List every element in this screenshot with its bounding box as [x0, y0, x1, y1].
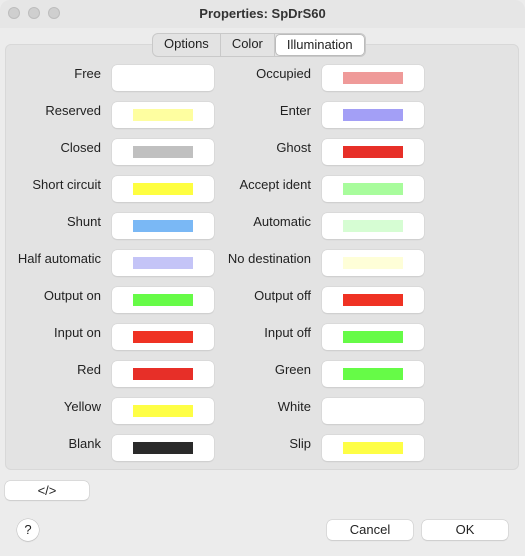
color-swatch-output-on — [133, 294, 193, 306]
right-label-no-destination: No destination — [227, 251, 311, 266]
color-swatch-accept-ident — [343, 183, 403, 195]
color-button-shunt[interactable] — [112, 213, 214, 239]
color-button-input-off[interactable] — [322, 324, 424, 350]
color-swatch-green — [343, 368, 403, 380]
tab-bar: Options Color Illumination — [152, 33, 366, 57]
right-label-green: Green — [274, 362, 311, 377]
color-button-output-off[interactable] — [322, 287, 424, 313]
left-label-blank: Blank — [68, 436, 101, 451]
right-label-accept-ident: Accept ident — [239, 177, 311, 192]
color-swatch-input-on — [133, 331, 193, 343]
color-button-free[interactable] — [112, 65, 214, 91]
left-label-red: Red — [77, 362, 101, 377]
cancel-button[interactable]: Cancel — [327, 520, 413, 540]
titlebar: Properties: SpDrS60 — [0, 0, 525, 28]
color-button-green[interactable] — [322, 361, 424, 387]
window-title: Properties: SpDrS60 — [199, 6, 326, 21]
color-swatch-output-off — [343, 294, 403, 306]
color-button-white[interactable] — [322, 398, 424, 424]
color-swatch-automatic — [343, 220, 403, 232]
right-label-output-off: Output off — [254, 288, 311, 303]
color-swatch-slip — [343, 442, 403, 454]
color-button-yellow[interactable] — [112, 398, 214, 424]
color-swatch-enter — [343, 109, 403, 121]
tab-options[interactable]: Options — [153, 34, 221, 56]
color-swatch-red — [133, 368, 193, 380]
properties-window: Properties: SpDrS60 Options Color Illumi… — [0, 0, 525, 556]
color-button-no-destination[interactable] — [322, 250, 424, 276]
ok-button[interactable]: OK — [422, 520, 508, 540]
left-label-input-on: Input on — [54, 325, 101, 340]
right-label-slip: Slip — [289, 436, 311, 451]
color-swatch-blank — [133, 442, 193, 454]
color-swatch-reserved — [133, 109, 193, 121]
right-label-occupied: Occupied — [256, 66, 311, 81]
color-swatch-white — [343, 405, 403, 417]
color-button-closed[interactable] — [112, 139, 214, 165]
color-button-red[interactable] — [112, 361, 214, 387]
color-button-ghost[interactable] — [322, 139, 424, 165]
left-label-yellow: Yellow — [63, 399, 101, 414]
color-button-input-on[interactable] — [112, 324, 214, 350]
color-button-reserved[interactable] — [112, 102, 214, 128]
color-swatch-free — [133, 72, 193, 84]
color-button-output-on[interactable] — [112, 287, 214, 313]
color-button-accept-ident[interactable] — [322, 176, 424, 202]
color-button-slip[interactable] — [322, 435, 424, 461]
color-swatch-no-destination — [343, 257, 403, 269]
left-label-half-automatic: Half automatic — [17, 251, 101, 266]
right-label-white: White — [277, 399, 311, 414]
color-swatch-ghost — [343, 146, 403, 158]
color-swatch-input-off — [343, 331, 403, 343]
right-label-ghost: Ghost — [276, 140, 311, 155]
left-label-short-circuit: Short circuit — [32, 177, 101, 192]
color-button-blank[interactable] — [112, 435, 214, 461]
left-label-free: Free — [74, 66, 101, 81]
help-button[interactable]: ? — [17, 519, 39, 541]
color-button-enter[interactable] — [322, 102, 424, 128]
color-swatch-short-circuit — [133, 183, 193, 195]
color-button-automatic[interactable] — [322, 213, 424, 239]
color-swatch-yellow — [133, 405, 193, 417]
color-swatch-occupied — [343, 72, 403, 84]
left-label-output-on: Output on — [43, 288, 101, 303]
color-button-short-circuit[interactable] — [112, 176, 214, 202]
color-button-half-automatic[interactable] — [112, 250, 214, 276]
color-swatch-closed — [133, 146, 193, 158]
left-label-closed: Closed — [60, 140, 101, 155]
right-label-automatic: Automatic — [253, 214, 311, 229]
left-label-shunt: Shunt — [67, 214, 101, 229]
tab-illumination[interactable]: Illumination — [274, 34, 365, 56]
right-label-enter: Enter — [279, 103, 311, 118]
left-label-reserved: Reserved — [45, 103, 101, 118]
xml-button[interactable]: </> — [5, 481, 89, 500]
color-swatch-half-automatic — [133, 257, 193, 269]
tab-color[interactable]: Color — [221, 34, 275, 56]
right-label-input-off: Input off — [264, 325, 311, 340]
color-swatch-shunt — [133, 220, 193, 232]
color-button-occupied[interactable] — [322, 65, 424, 91]
